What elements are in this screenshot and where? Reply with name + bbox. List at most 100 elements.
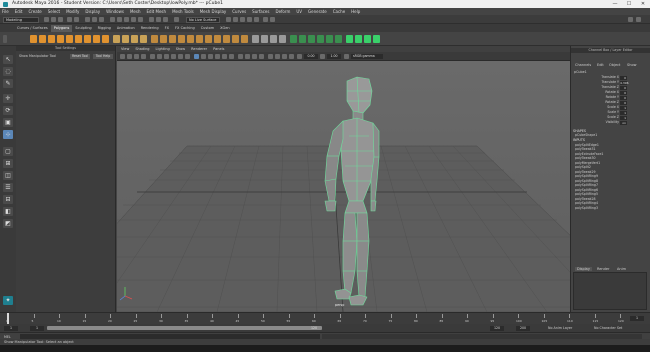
quadrangulate-icon[interactable] — [279, 35, 286, 43]
shelf-settings-icon[interactable] — [3, 35, 7, 43]
snap-view-icon[interactable] — [131, 17, 136, 22]
image-plane-icon[interactable] — [141, 54, 146, 59]
shelf-tab-rendering[interactable]: Rendering — [138, 25, 162, 32]
hypershade-layout-icon[interactable]: ◧ — [3, 207, 13, 216]
current-frame-field[interactable]: 1 — [630, 316, 644, 321]
attr-value[interactable]: 4.396 — [620, 80, 629, 85]
sew-uv-icon[interactable] — [346, 35, 353, 43]
attr-value[interactable]: 1 — [620, 110, 627, 115]
tool-help-button[interactable]: Tool Help — [93, 54, 113, 59]
wireframe-icon[interactable] — [194, 54, 199, 59]
select-camera-icon[interactable] — [120, 54, 125, 59]
boolean-icon[interactable] — [140, 35, 147, 43]
unfold-uv-icon[interactable] — [364, 35, 371, 43]
connect-icon[interactable] — [223, 35, 230, 43]
shelf-tab-polygons[interactable]: Polygons — [50, 24, 73, 32]
triangulate-icon[interactable] — [270, 35, 277, 43]
command-language-label[interactable]: MEL — [4, 335, 11, 339]
layer-tab-display[interactable]: Display — [575, 267, 592, 271]
reset-tool-button[interactable]: Reset Tool — [70, 54, 90, 59]
platonic-solid-icon[interactable] — [93, 35, 100, 43]
viewport-menu-shading[interactable]: Shading — [135, 47, 149, 51]
menu-curves[interactable]: Curves — [232, 9, 246, 14]
attr-value[interactable]: 0 — [620, 95, 627, 100]
paint-select-tool-icon[interactable]: ✎ — [3, 79, 13, 88]
gate-mask-icon[interactable] — [171, 54, 176, 59]
end-time-field[interactable]: 200 — [516, 325, 530, 331]
field-chart-icon[interactable] — [178, 54, 183, 59]
render-view-icon[interactable] — [254, 17, 259, 22]
history-icon[interactable] — [149, 17, 154, 22]
input-node-item[interactable]: polySplitRing3 — [575, 206, 598, 211]
close-button[interactable]: ✕ — [636, 0, 650, 8]
poly-plane-icon[interactable] — [75, 35, 82, 43]
separate-icon[interactable] — [122, 35, 129, 43]
select-tool-icon[interactable]: ↖ — [3, 55, 13, 64]
snap-surface-icon[interactable] — [138, 17, 143, 22]
shelf-tab-custom[interactable]: Custom — [198, 25, 217, 32]
symmetry-icon[interactable] — [174, 17, 179, 22]
multi-cut-icon[interactable] — [205, 35, 212, 43]
rotate-tool-icon[interactable]: ⟳ — [3, 106, 13, 115]
reduce-icon[interactable] — [261, 35, 268, 43]
perspective-viewport[interactable]: persp — [117, 61, 570, 312]
anti-aliasing-icon[interactable] — [252, 54, 257, 59]
start-time-field[interactable]: 1 — [4, 325, 18, 331]
channel-box-menu-channels[interactable]: Channels — [575, 63, 591, 67]
poly-torus-icon[interactable] — [66, 35, 73, 43]
character-set-dropdown[interactable]: No Character Set — [594, 326, 622, 330]
snap-curve-icon[interactable] — [117, 17, 122, 22]
smooth-shade-icon[interactable] — [201, 54, 206, 59]
menu-generate[interactable]: Generate — [308, 9, 327, 14]
attr-value[interactable]: 1 — [620, 105, 627, 110]
menu-mesh-display[interactable]: Mesh Display — [200, 9, 227, 14]
menu-surfaces[interactable]: Surfaces — [252, 9, 269, 14]
menu-cache[interactable]: Cache — [333, 9, 345, 14]
playback-start-field[interactable]: 1 — [30, 325, 44, 331]
grid-toggle-icon[interactable] — [150, 54, 155, 59]
attr-value[interactable]: 0 — [620, 100, 627, 105]
append-icon[interactable] — [196, 35, 203, 43]
uv-layout-icon[interactable]: ◩ — [3, 219, 13, 228]
lights-icon[interactable] — [222, 54, 227, 59]
layer-list[interactable] — [573, 272, 647, 310]
side-by-side-layout-icon[interactable]: ◫ — [3, 171, 13, 180]
poly-pyramid-icon[interactable] — [102, 35, 109, 43]
shape-node-item[interactable]: pCubeShape1 — [575, 133, 597, 138]
user-icon[interactable] — [636, 17, 641, 22]
ipr-render-icon[interactable] — [233, 17, 238, 22]
bevel-icon[interactable] — [169, 35, 176, 43]
shadows-icon[interactable] — [229, 54, 234, 59]
menu-edit[interactable]: Edit — [15, 9, 23, 14]
select-component-icon[interactable] — [99, 17, 104, 22]
lock-icon[interactable] — [163, 17, 168, 22]
combine-icon[interactable] — [113, 35, 120, 43]
layout-uv-icon[interactable] — [373, 35, 380, 43]
menu-uv[interactable]: UV — [296, 9, 302, 14]
attr-value[interactable]: on — [620, 120, 627, 125]
attr-value[interactable]: 0 — [620, 85, 627, 90]
channel-box-menu-object[interactable]: Object — [609, 63, 620, 67]
menu-deform[interactable]: Deform — [275, 9, 290, 14]
workspace-dropdown[interactable]: Modeling — [3, 16, 39, 23]
insert-edge-loop-icon[interactable] — [241, 35, 248, 43]
menu-modify[interactable]: Modify — [66, 9, 79, 14]
shelf-tab-sculpting[interactable]: Sculpting — [72, 25, 94, 32]
sign-in-icon[interactable] — [628, 17, 633, 22]
menu-windows[interactable]: Windows — [106, 9, 124, 14]
menu-display[interactable]: Display — [85, 9, 100, 14]
attr-value[interactable]: 0 — [620, 90, 627, 95]
exposure-field[interactable]: 0.00 — [304, 54, 318, 59]
graph-layout-icon[interactable]: ⊟ — [3, 195, 13, 204]
smooth-icon[interactable] — [131, 35, 138, 43]
show-manipulator-tool-icon[interactable]: ⊹ — [3, 130, 13, 139]
viewport-menu-renderer[interactable]: Renderer — [191, 47, 207, 51]
lasso-tool-icon[interactable]: ◌ — [3, 67, 13, 76]
poly-cone-icon[interactable] — [57, 35, 64, 43]
textured-icon[interactable] — [215, 54, 220, 59]
current-time-marker[interactable] — [7, 313, 9, 324]
poly-cube-icon[interactable] — [39, 35, 46, 43]
safe-action-icon[interactable] — [185, 54, 190, 59]
color-space-dropdown[interactable]: sRGB gamma — [351, 54, 383, 59]
poly-sphere-icon[interactable] — [30, 35, 37, 43]
